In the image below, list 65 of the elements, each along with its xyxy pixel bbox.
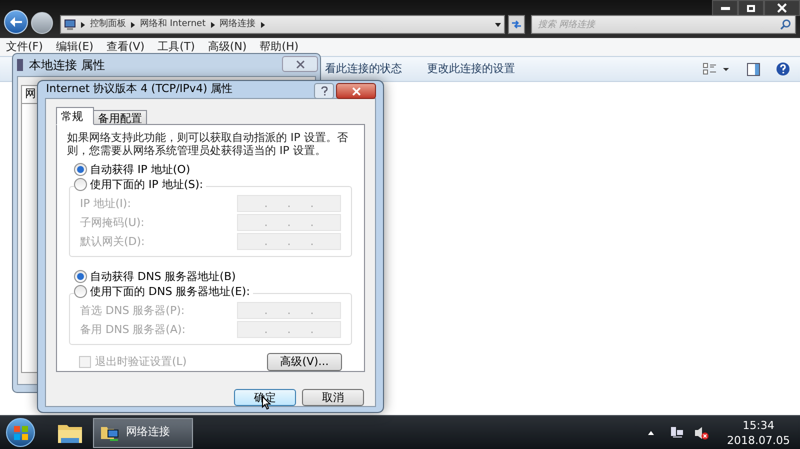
field-label: 首选 DNS 服务器(P): [80,304,185,316]
clock-date[interactable]: 2018.07.05 [727,432,790,448]
dropdown-arrow-icon[interactable] [495,22,501,26]
radio-button[interactable] [74,284,87,298]
close-icon [296,60,304,68]
field-label: 备用 DNS 服务器(A): [80,322,186,336]
toolbar-button[interactable]: 看此连接的状态 [325,60,402,78]
taskbar-button[interactable]: 网络连接 [93,418,193,448]
search-icon [780,19,791,30]
menu-item[interactable]: 高级(N) [208,38,247,56]
help-button[interactable] [314,83,334,99]
close-icon [352,86,360,96]
description-text: 如果网络支持此功能，则可以获取自动指派的 IP 设置。否则，您需要从网络系统管理员处获得适当的 IP 设置。 [66,130,349,156]
breadcrumb-arrow-icon[interactable] [260,22,265,28]
search-field[interactable]: 搜索 网络连接 [531,15,796,34]
help-icon[interactable] [776,62,790,76]
breadcrumb-arrow-icon[interactable] [131,22,135,28]
speaker-muted-icon[interactable] [694,426,710,440]
window-title: Internet 协议版本 4 (TCP/IPv4) 属性 [45,81,233,97]
address-bar[interactable]: 控制面板 网络和 Internet 网络连接 [60,15,505,34]
close-button[interactable] [336,83,376,99]
back-button[interactable] [4,10,28,34]
network-icon[interactable] [670,426,684,439]
breadcrumb-item[interactable]: 网络和 Internet [140,18,206,32]
question-mark-icon [320,86,328,96]
radio-label[interactable]: 自动获得 DNS 服务器地址(B) [90,270,236,282]
tab[interactable]: 备用配置 [94,110,147,124]
refresh-icon [511,20,522,29]
field-label: IP 地址(I): [80,196,131,210]
start-button[interactable] [6,418,35,447]
radio-label[interactable]: 自动获得 IP 地址(O) [90,162,190,176]
close-button[interactable] [764,0,800,16]
close-icon [777,3,787,13]
menu-item[interactable]: 查看(V) [106,38,145,56]
dialog-button[interactable]: 取消 [302,388,364,406]
radio-button[interactable] [74,270,87,282]
menu-item[interactable]: 文件(F) [6,38,43,56]
breadcrumb-item[interactable]: 控制面板 [90,18,126,32]
show-hidden-icons-arrow-icon[interactable] [648,430,654,434]
breadcrumb-item[interactable]: 网络连接 [220,18,256,32]
window-title: 本地连接 属性 [29,57,105,74]
advanced-button[interactable]: 高级(V)... [267,352,342,370]
network-adapter-icon [17,59,23,71]
minimize-button[interactable] [712,0,738,16]
menu-item[interactable]: 工具(T) [158,38,195,56]
field-label: 子网掩码(U): [80,216,144,228]
menu-item[interactable]: 编辑(E) [56,38,94,56]
forward-button[interactable] [31,12,53,34]
dropdown-arrow-icon[interactable] [723,68,729,70]
field-label: 默认网关(D): [80,234,145,248]
refresh-button[interactable] [508,15,525,34]
breadcrumb-arrow-icon[interactable] [81,22,85,28]
radio-button[interactable] [74,162,87,176]
menu-item[interactable]: 帮助(H) [260,38,299,56]
maximize-button[interactable] [738,0,764,16]
tab[interactable]: 常规 [56,106,94,124]
computer-icon [64,19,76,30]
toolbar-button[interactable]: 更改此连接的设置 [427,60,515,78]
clock-time[interactable]: 15:34 [742,418,774,432]
breadcrumb-arrow-icon[interactable] [210,22,215,28]
windows-logo-icon [14,426,28,440]
radio-button[interactable] [74,178,87,190]
back-arrow-icon [10,17,22,27]
preview-pane-icon[interactable] [747,62,760,76]
view-options-icon[interactable] [703,63,717,75]
